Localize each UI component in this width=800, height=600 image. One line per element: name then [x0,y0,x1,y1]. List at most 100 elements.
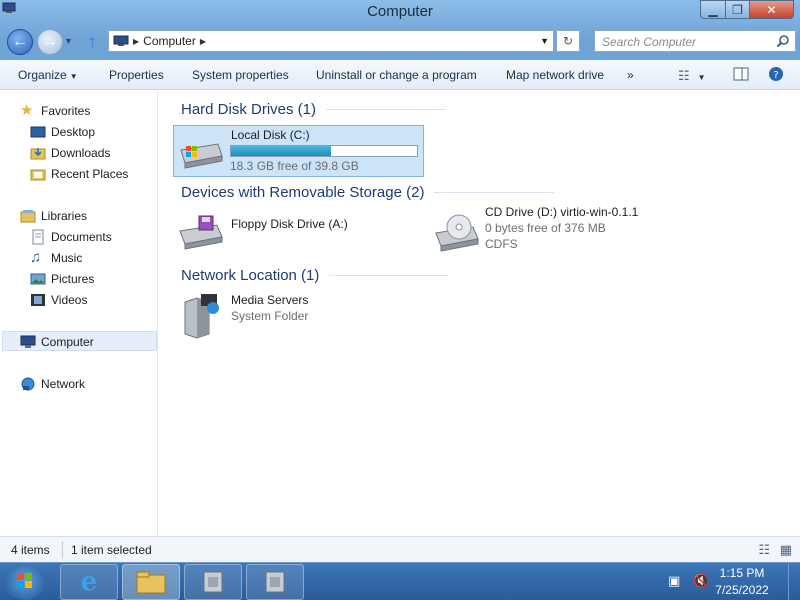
large-icons-view-icon[interactable]: ▦ [780,542,792,558]
minimize-button[interactable]: ▁ [700,0,726,19]
installer-icon [203,571,223,593]
installer-app-button-2[interactable] [246,564,304,600]
close-button[interactable]: ✕ [750,0,794,19]
nav-recent-places[interactable]: Recent Places [30,164,128,184]
group-network-location[interactable]: Network Location (1) [181,267,450,284]
media-servers-item[interactable]: Media Servers System Folder [173,290,413,342]
nav-label: Documents [51,230,112,244]
address-row: ← → ▼ ↑ ▶ Computer ▶ ▼ ↻ Search Computer [0,26,800,58]
caption-buttons: ▁ ❐ ✕ [700,0,794,19]
installer-icon [265,571,285,593]
item-name: CD Drive (D:) virtio-win-0.1.1 [485,205,639,219]
network-icon [21,377,35,391]
internet-explorer-icon: e [80,567,98,597]
item-name: Floppy Disk Drive (A:) [231,217,348,231]
folder-icon [136,571,166,594]
change-view-button[interactable]: ☷ ▼ [678,68,706,84]
refresh-button[interactable]: ↻ [556,30,580,52]
volume-muted-icon[interactable]: 🔇 [693,573,709,589]
recent-pages-dropdown[interactable]: ▼ [64,36,73,46]
search-box[interactable]: Search Computer [594,30,796,52]
nav-label: Music [51,251,83,265]
chevron-down-icon: ▼ [697,73,706,82]
internet-explorer-button[interactable]: e [60,564,118,600]
nav-pictures[interactable]: Pictures [30,269,94,289]
breadcrumb-separator-icon[interactable]: ▶ [200,37,206,46]
local-disk-c-item[interactable]: Local Disk (C:) 18.3 GB free of 39.8 GB [173,125,424,177]
clock[interactable]: 1:15 PM 7/25/2022 [710,565,774,599]
group-removable-storage[interactable]: Devices with Removable Storage (2) [181,184,555,201]
nav-label: Pictures [51,272,95,286]
forward-button[interactable]: → [37,29,63,55]
music-icon: ♫ [30,249,42,266]
nav-label: Downloads [51,146,111,160]
organize-button[interactable]: Organize ▼ [18,68,78,82]
close-icon: ✕ [766,2,777,17]
status-bar: 4 items 1 item selected ☷ ▦ [0,536,800,562]
nav-label: Desktop [51,125,96,139]
map-network-drive-button[interactable]: Map network drive [506,68,604,82]
pictures-icon [30,273,46,285]
network-tray-icon[interactable]: ▣ [668,573,680,589]
details-view-icon[interactable]: ☷ [758,542,770,558]
nav-label: Computer [41,335,94,349]
nav-network[interactable]: Network [20,374,85,394]
maximize-button[interactable]: ❐ [726,0,750,19]
help-button[interactable]: ? [768,66,784,85]
organize-label: Organize [18,68,67,82]
group-divider [326,109,447,110]
installer-app-button[interactable] [184,564,242,600]
search-icon[interactable] [776,34,790,48]
show-desktop-button[interactable] [788,563,800,600]
nav-desktop[interactable]: Desktop [30,122,95,142]
system-properties-button[interactable]: System properties [192,68,289,82]
uninstall-program-button[interactable]: Uninstall or change a program [316,68,477,82]
nav-favorites[interactable]: ★ Favorites [20,101,90,121]
nav-downloads[interactable]: Downloads [30,143,110,163]
group-title: Network Location (1) [181,267,320,284]
clock-date: 7/25/2022 [715,583,769,597]
item-free-space: 0 bytes free of 376 MB [485,221,606,235]
properties-button[interactable]: Properties [109,68,164,82]
search-input[interactable]: Search Computer [602,35,696,49]
restore-icon: ❐ [732,2,743,17]
help-icon: ? [769,67,783,81]
chevron-down-icon: ▼ [69,72,78,81]
videos-icon [31,294,45,306]
breadcrumb-computer[interactable]: Computer [143,34,196,48]
cd-drive-d-item[interactable]: CD Drive (D:) virtio-win-0.1.1 0 bytes f… [429,205,669,257]
nav-documents[interactable]: Documents [30,227,112,247]
svg-text:?: ? [773,70,778,81]
documents-icon [32,229,44,245]
nav-libraries[interactable]: Libraries [20,206,87,226]
command-bar: Organize ▼ Properties System properties U… [0,60,800,90]
title-bar[interactable]: Computer ▁ ❐ ✕ [0,0,800,24]
back-arrow-icon: ← [12,33,28,50]
up-button[interactable]: ↑ [88,32,97,52]
disk-usage-bar [230,145,418,157]
nav-computer[interactable]: Computer [20,332,94,352]
windows-explorer-button[interactable] [122,564,180,600]
group-hard-disk-drives[interactable]: Hard Disk Drives (1) [181,101,447,118]
floppy-drive-a-item[interactable]: Floppy Disk Drive (A:) [173,207,413,257]
preview-pane-button[interactable] [733,66,749,85]
back-button[interactable]: ← [7,29,33,55]
address-bar[interactable]: ▶ Computer ▶ ▼ [108,30,554,52]
item-file-system: CDFS [485,237,518,251]
breadcrumb-separator-icon[interactable]: ▶ [133,37,139,46]
more-commands-button[interactable]: » [627,68,634,82]
nav-label: Recent Places [51,167,129,181]
address-dropdown-icon[interactable]: ▼ [540,36,549,46]
forward-arrow-icon: → [42,33,58,50]
nav-videos[interactable]: Videos [30,290,87,310]
media-server-icon [184,294,219,339]
navigation-pane: ★ Favorites Desktop Downloads Recent Pla… [0,91,158,536]
up-arrow-icon: ↑ [88,32,97,51]
content-pane: Organize ▼ Properties System properties U… [0,60,800,536]
nav-music[interactable]: ♫ Music [30,248,82,268]
item-count: 4 items [11,543,50,557]
group-title: Hard Disk Drives (1) [181,101,317,118]
group-title: Devices with Removable Storage (2) [181,184,425,201]
minimize-icon: ▁ [708,2,718,17]
start-button[interactable] [4,564,46,600]
